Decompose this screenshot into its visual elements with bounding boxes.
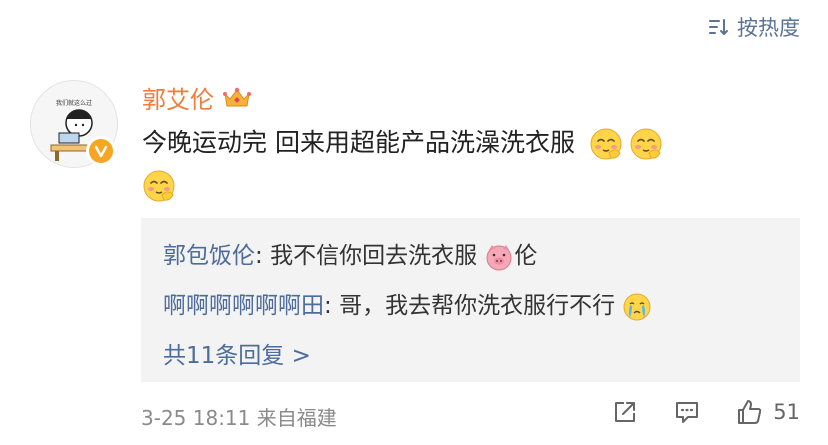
blush-emoji-icon — [143, 170, 175, 202]
view-more-replies-link[interactable]: 共11条回复 > — [163, 336, 311, 370]
blush-emoji-icon — [630, 128, 662, 160]
crown-icon — [223, 87, 251, 106]
reply-separator: : — [324, 293, 340, 319]
comment-icon[interactable] — [673, 398, 701, 426]
like-button[interactable]: 51 — [735, 398, 800, 426]
replies-panel[interactable]: 郭包饭伦: 我不信你回去洗衣服 伦 啊啊啊啊啊啊田: 哥，我去帮你洗衣服行不行 … — [141, 218, 800, 382]
comment-actions: 51 — [611, 398, 800, 426]
comment-meta: 3-25 18:11 来自福建 — [141, 402, 337, 431]
comment-source: 来自福建 — [256, 406, 337, 430]
blush-emoji-icon — [590, 128, 622, 160]
verified-badge — [86, 136, 116, 166]
sort-by-popularity-button[interactable]: 按热度 — [707, 12, 800, 42]
reply-text: 我不信你回去洗衣服 — [270, 243, 478, 269]
sort-label: 按热度 — [737, 16, 800, 40]
reply-separator: : — [255, 243, 271, 269]
share-icon[interactable] — [611, 398, 639, 426]
comment-text: 今晚运动完 回来用超能产品洗澡洗衣服 — [142, 128, 575, 157]
like-icon — [738, 400, 762, 424]
avatar-caption: 我们就这么过 — [56, 99, 92, 107]
reply-text: 哥，我去帮你洗衣服行不行 — [339, 293, 616, 319]
reply-author[interactable]: 啊啊啊啊啊啊田 — [163, 293, 324, 319]
reply-item[interactable]: 郭包饭伦: 我不信你回去洗衣服 伦 — [163, 236, 537, 272]
comment-body: 今晚运动完 回来用超能产品洗澡洗衣服 — [142, 122, 782, 206]
pig-emoji-icon — [486, 244, 512, 270]
reply-text-suffix: 伦 — [514, 243, 538, 269]
comment-date: 3-25 18:11 — [141, 406, 251, 430]
reply-item[interactable]: 啊啊啊啊啊啊田: 哥，我去帮你洗衣服行不行 — [163, 286, 652, 322]
verified-icon — [94, 145, 108, 158]
crying-emoji-icon — [623, 293, 651, 320]
reply-author[interactable]: 郭包饭伦 — [163, 243, 255, 269]
comment-username[interactable]: 郭艾伦 — [142, 80, 214, 115]
like-count: 51 — [773, 400, 800, 424]
sort-icon — [709, 19, 728, 35]
